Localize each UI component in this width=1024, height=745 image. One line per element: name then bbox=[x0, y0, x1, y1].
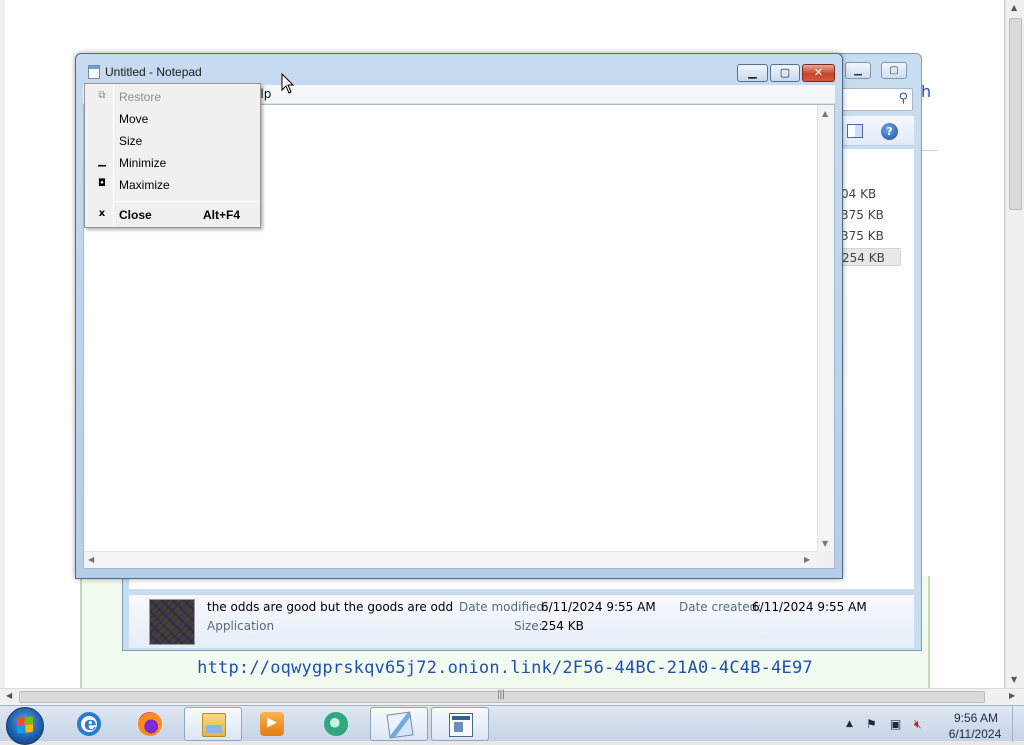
show-hidden-icons-icon[interactable]: ▲ bbox=[846, 719, 853, 729]
menu-item-label: Minimize bbox=[119, 156, 167, 170]
window-title: Untitled - Notepad bbox=[105, 65, 202, 79]
explorer-minimize-button[interactable]: ▁ bbox=[845, 62, 871, 79]
grip-icon: ||| bbox=[497, 689, 505, 700]
help-icon[interactable]: ? bbox=[881, 123, 898, 140]
explorer-maximize-button[interactable]: ▢ bbox=[881, 62, 907, 79]
menu-item-size[interactable]: Size bbox=[87, 130, 258, 152]
menu-item-shortcut: Alt+F4 bbox=[203, 208, 241, 222]
details-created-value: 6/11/2024 9:55 AM bbox=[752, 600, 867, 614]
taskbar-window[interactable] bbox=[431, 707, 489, 741]
menu-item-minimize[interactable]: ▁ Minimize bbox=[87, 152, 258, 174]
minimize-button[interactable]: ▁ bbox=[737, 64, 768, 82]
horizontal-scrollbar[interactable]: ◀ ||| ▶ bbox=[0, 688, 1024, 705]
notepad-icon bbox=[386, 711, 414, 739]
file-size-cell: 375 KB bbox=[841, 229, 884, 243]
scroll-down-icon[interactable]: ▼ bbox=[822, 539, 828, 548]
page-edge-text: h bbox=[921, 82, 932, 101]
details-file-type: Application bbox=[207, 619, 275, 633]
details-size-value: 254 KB bbox=[541, 619, 584, 633]
scroll-right-icon[interactable]: ▶ bbox=[1009, 691, 1015, 700]
show-desktop-button[interactable] bbox=[1012, 706, 1024, 742]
media-player-icon bbox=[260, 712, 284, 736]
system-tray: ▲ ⚑ ▣ 🔇︎ 9:56 AM 6/11/2024 bbox=[840, 706, 1024, 742]
menu-item-close[interactable]: x Close Alt+F4 bbox=[87, 204, 258, 226]
editor-vertical-scrollbar[interactable]: ▲ ▼ bbox=[817, 105, 834, 551]
app-icon bbox=[324, 712, 348, 736]
onion-link[interactable]: http://oqwygprskqv65j72.onion.link/2F56-… bbox=[82, 658, 928, 678]
clock-date[interactable]: 6/11/2024 bbox=[942, 727, 1008, 741]
taskbar-notepad[interactable] bbox=[370, 707, 428, 741]
start-button[interactable] bbox=[6, 707, 44, 745]
taskbar-firefox[interactable] bbox=[121, 707, 179, 741]
editor-horizontal-scrollbar[interactable]: ◀ ▶ bbox=[84, 551, 817, 568]
clock-time[interactable]: 9:56 AM bbox=[946, 711, 1006, 725]
scroll-right-icon[interactable]: ▶ bbox=[804, 555, 810, 564]
maximize-button[interactable]: ▢ bbox=[770, 64, 800, 82]
menu-item-label: Move bbox=[119, 112, 149, 126]
vertical-scrollbar[interactable]: ▲ ▼ bbox=[1005, 0, 1024, 688]
menu-item-label: Size bbox=[119, 134, 143, 148]
file-size-cell: 04 KB bbox=[841, 187, 877, 201]
details-file-name: the odds are good but the goods are odd bbox=[207, 600, 454, 614]
file-thumbnail bbox=[149, 599, 195, 645]
search-icon[interactable]: ⚲ bbox=[898, 91, 908, 106]
close-button[interactable]: ✕ bbox=[802, 64, 835, 82]
window-icon bbox=[449, 713, 473, 737]
menu-item-move[interactable]: Move bbox=[87, 108, 258, 130]
action-center-flag-icon[interactable]: ⚑ bbox=[866, 717, 877, 731]
close-icon: x bbox=[98, 208, 106, 219]
scroll-left-icon[interactable]: ◀ bbox=[6, 691, 12, 700]
resize-grip[interactable] bbox=[817, 551, 834, 568]
minimize-icon: ▁ bbox=[98, 156, 106, 167]
menu-item-label: Close bbox=[119, 208, 152, 222]
scroll-left-icon[interactable]: ◀ bbox=[88, 555, 94, 564]
firefox-icon bbox=[138, 712, 162, 736]
scroll-thumb[interactable] bbox=[1009, 18, 1022, 210]
divider bbox=[920, 150, 938, 151]
scroll-up-icon[interactable]: ▲ bbox=[822, 109, 828, 118]
scroll-up-icon[interactable]: ▲ bbox=[1011, 3, 1017, 12]
volume-muted-icon[interactable]: 🔇︎ bbox=[914, 717, 922, 732]
menu-item-maximize[interactable]: ◘ Maximize bbox=[87, 174, 258, 196]
details-size-label: Size: bbox=[514, 619, 543, 633]
restore-icon: ⧉ bbox=[98, 90, 106, 101]
preview-pane-icon[interactable] bbox=[847, 124, 863, 138]
window-system-menu[interactable]: ⧉ Restore Move Size ▁ Minimize ◘ Maximiz… bbox=[84, 83, 261, 228]
folder-icon bbox=[202, 713, 226, 737]
network-icon[interactable]: ▣ bbox=[890, 717, 901, 731]
taskbar-green-app[interactable] bbox=[307, 707, 365, 741]
notepad-icon[interactable] bbox=[88, 65, 100, 79]
mouse-pointer-icon bbox=[281, 73, 295, 94]
taskbar-windows-explorer[interactable] bbox=[184, 707, 242, 741]
taskbar-internet-explorer[interactable] bbox=[60, 707, 118, 741]
taskbar: ▲ ⚑ ▣ 🔇︎ 9:56 AM 6/11/2024 bbox=[0, 705, 1024, 745]
file-size-cell-selected[interactable]: 254 KB bbox=[841, 248, 901, 266]
scroll-down-icon[interactable]: ▼ bbox=[1011, 675, 1017, 684]
menu-item-restore[interactable]: ⧉ Restore bbox=[87, 86, 258, 108]
taskbar-media-player[interactable] bbox=[243, 707, 301, 741]
file-size-cell: 375 KB bbox=[841, 208, 884, 222]
explorer-search-input[interactable]: ⚲ bbox=[838, 88, 913, 111]
menu-item-label: Maximize bbox=[119, 178, 170, 192]
details-modified-label: Date modified: bbox=[459, 600, 549, 614]
maximize-icon: ◘ bbox=[98, 178, 106, 189]
details-pane: the odds are good but the goods are odd … bbox=[129, 594, 914, 648]
menu-separator bbox=[115, 201, 257, 202]
details-modified-value: 6/11/2024 9:55 AM bbox=[541, 600, 656, 614]
details-created-label: Date created: bbox=[679, 600, 762, 614]
menu-item-label: Restore bbox=[119, 90, 162, 104]
windows-logo-icon bbox=[17, 716, 33, 734]
internet-explorer-icon bbox=[77, 711, 101, 736]
